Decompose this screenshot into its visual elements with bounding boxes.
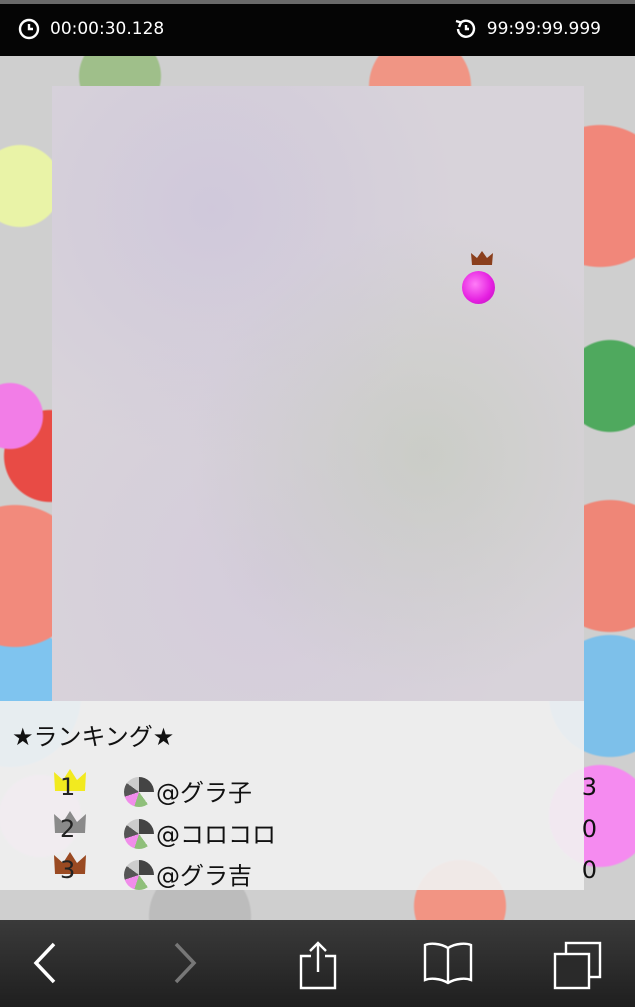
- score: 3: [581, 773, 597, 801]
- share-icon[interactable]: [298, 940, 338, 990]
- rank-number: 3: [60, 856, 76, 884]
- elapsed-timer: 00:00:30.128: [18, 18, 164, 40]
- status-bar: 00:00:30.128 99:99:99.999: [0, 0, 635, 56]
- user-name: @コロコロ: [156, 821, 276, 849]
- avatar: [124, 777, 154, 807]
- forward-icon[interactable]: [170, 940, 200, 986]
- ranking-row: 1 @グラ子 3: [52, 769, 597, 813]
- rank-number: 1: [60, 773, 76, 801]
- ranking-row: 2 @コロコロ 0: [52, 811, 597, 855]
- player-ball: [462, 271, 495, 304]
- crown-icon: [471, 251, 493, 265]
- best-time: 99:99:99.999: [486, 19, 601, 39]
- history-icon: [455, 19, 475, 38]
- avatar: [124, 819, 154, 849]
- game-play-area[interactable]: [52, 86, 584, 701]
- tabs-icon[interactable]: [552, 940, 604, 990]
- browser-toolbar: [0, 920, 635, 1007]
- back-icon[interactable]: [30, 940, 60, 986]
- elapsed-time: 00:00:30.128: [50, 19, 165, 39]
- rank-number: 2: [60, 815, 76, 843]
- score: 0: [581, 856, 597, 884]
- user-name: @グラ子: [156, 779, 252, 807]
- avatar: [124, 860, 154, 890]
- user-name: @グラ吉: [156, 862, 252, 890]
- bookmarks-icon[interactable]: [422, 940, 474, 986]
- best-timer: 99:99:99.999: [453, 18, 601, 40]
- score: 0: [581, 815, 597, 843]
- ranking-row: 3 @グラ吉 0: [52, 852, 597, 896]
- ranking-title: ★ランキング★: [12, 723, 175, 751]
- ranking-panel: ★ランキング★ 1 @グラ子 3 2 @コロコロ 0 3 @グラ吉 0: [0, 701, 597, 890]
- clock-icon: [18, 18, 40, 40]
